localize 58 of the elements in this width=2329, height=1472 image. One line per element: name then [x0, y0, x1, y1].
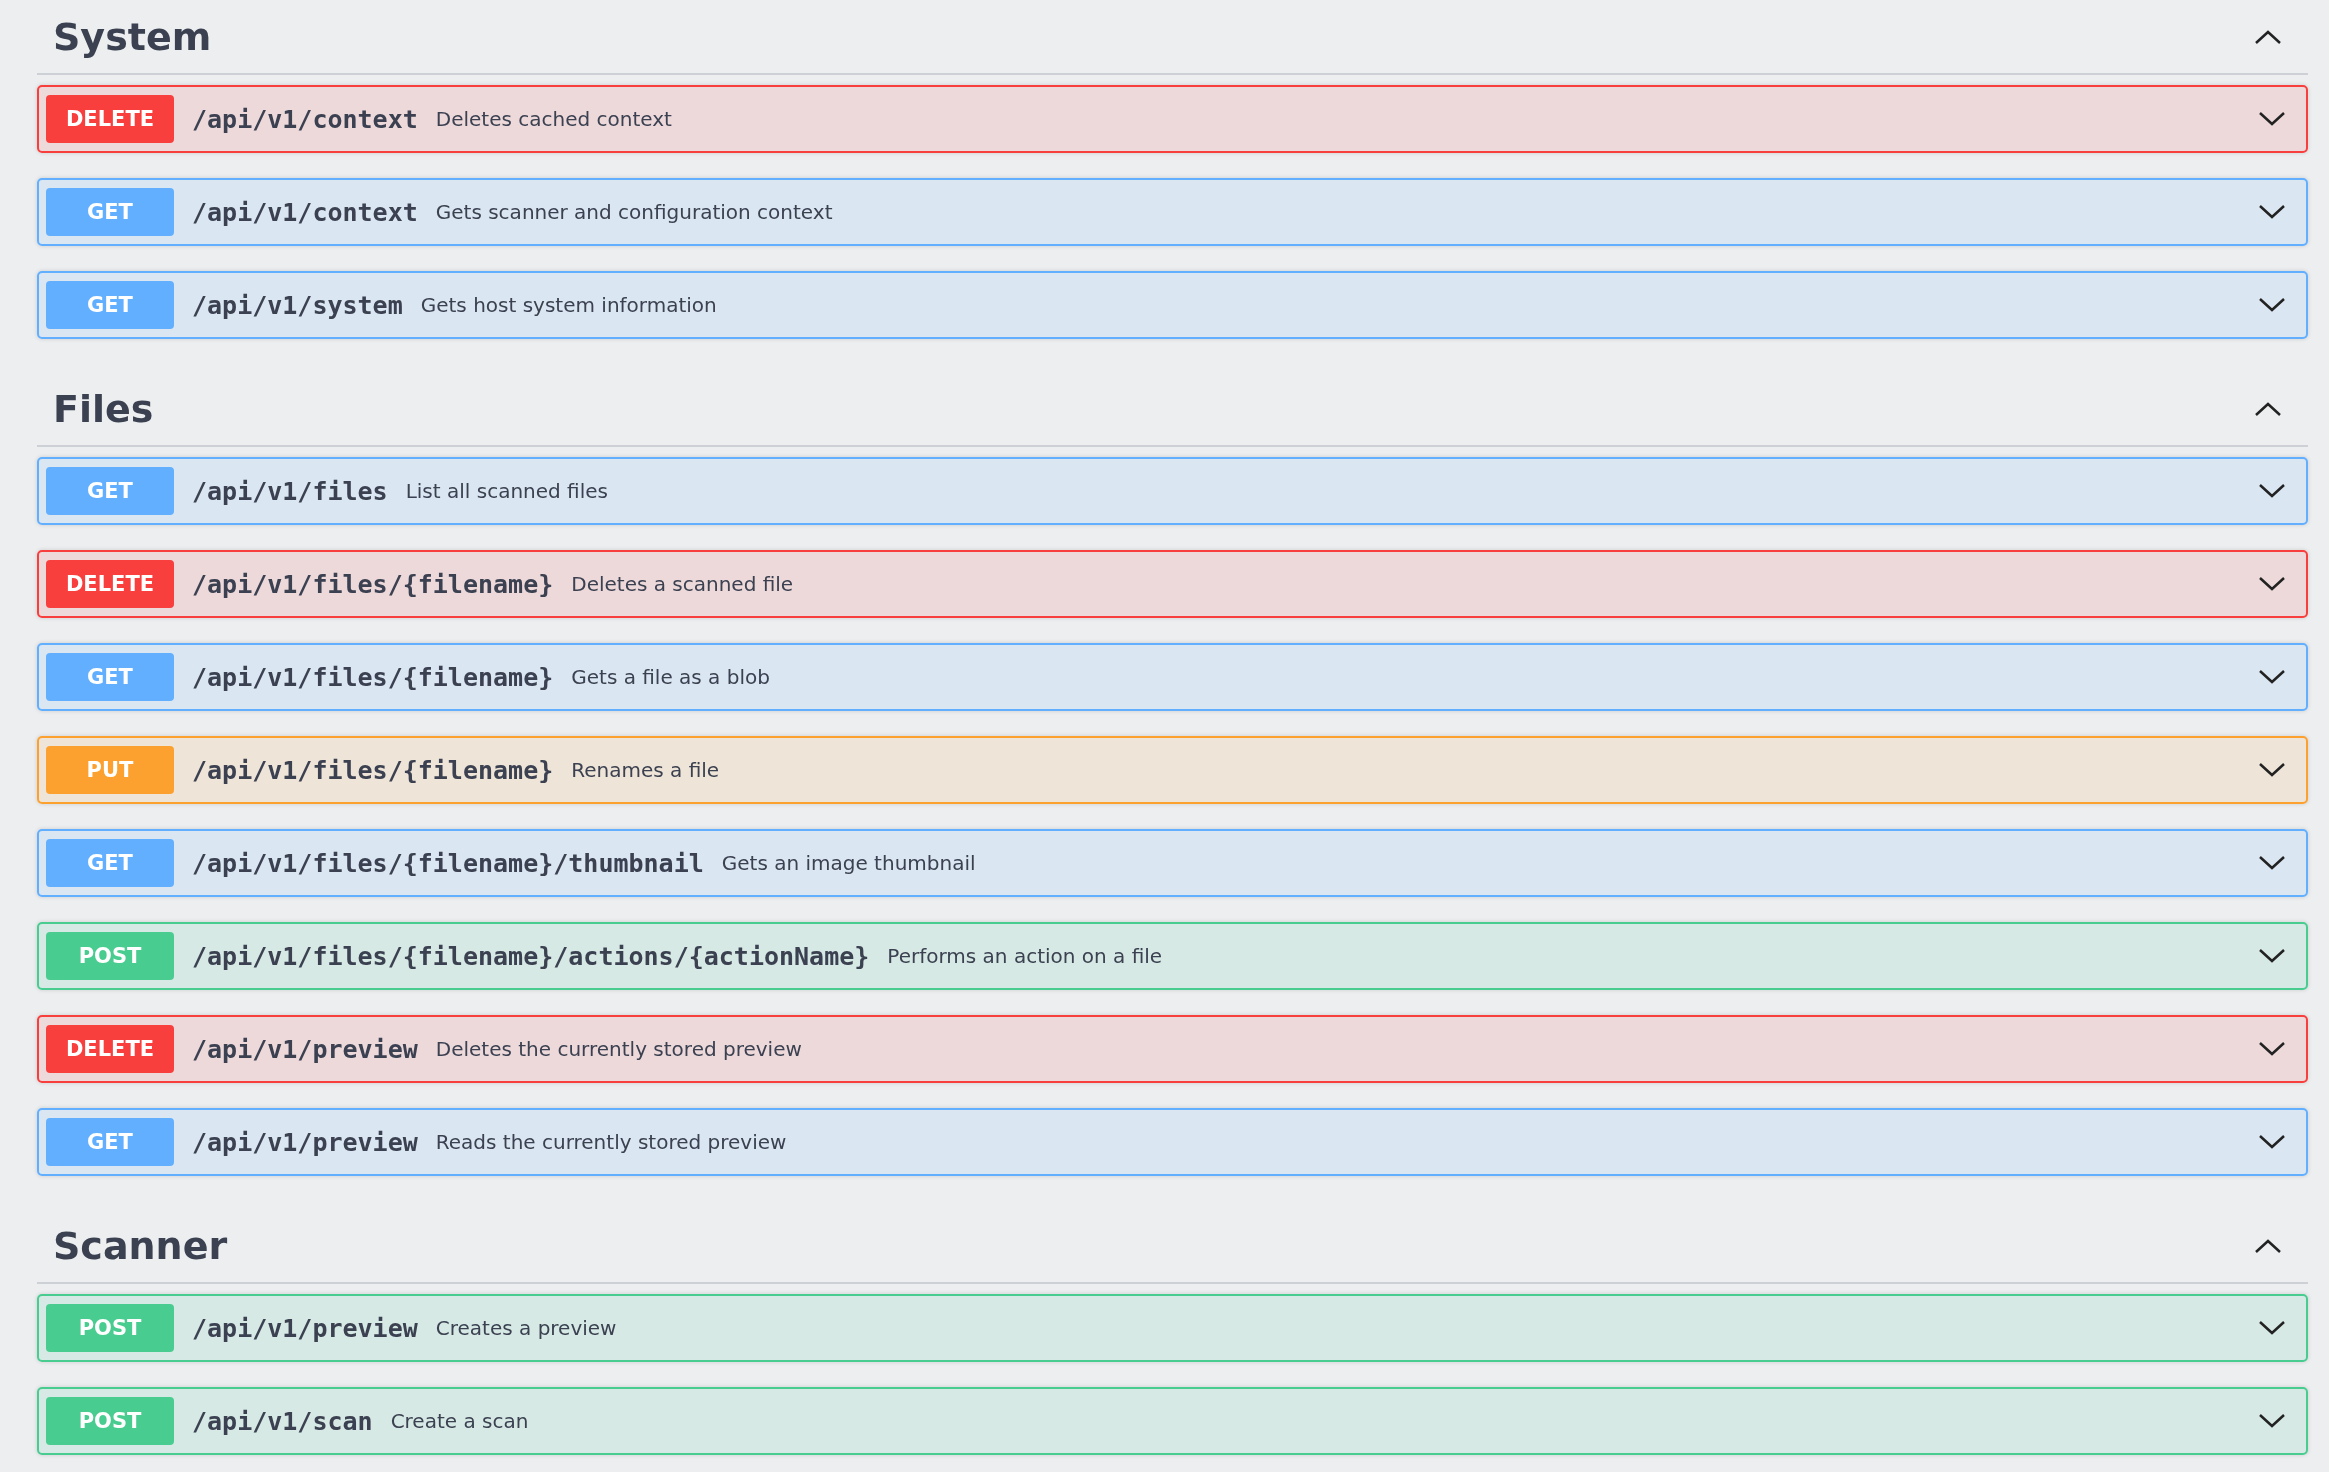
method-badge: DELETE [46, 1025, 174, 1073]
endpoint-summary: Gets scanner and configuration context [435, 200, 834, 224]
method-badge: POST [46, 932, 174, 980]
method-badge: POST [46, 1304, 174, 1352]
endpoint-row[interactable]: GET /api/v1/files List all scanned files [37, 457, 2308, 525]
method-badge: POST [46, 1397, 174, 1445]
endpoint-summary: Gets a file as a blob [571, 665, 771, 689]
section-title: Files [53, 386, 154, 431]
endpoint-path: /api/v1/files/{filename}/actions/{actionName} [192, 941, 870, 971]
endpoint-path: /api/v1/files [192, 476, 388, 506]
endpoint-summary: Create a scan [390, 1409, 530, 1433]
endpoint-row[interactable]: DELETE /api/v1/preview Deletes the currently stored preview [37, 1015, 2308, 1083]
method-badge: GET [46, 467, 174, 515]
endpoint-row[interactable]: GET /api/v1/system Gets host system information [37, 271, 2308, 339]
endpoint-path: /api/v1/scan [192, 1406, 373, 1436]
endpoint-summary: List all scanned files [405, 479, 609, 503]
method-badge: GET [46, 281, 174, 329]
endpoint-row[interactable]: POST /api/v1/scan Create a scan [37, 1387, 2308, 1455]
endpoint-summary: Deletes cached context [435, 107, 673, 131]
section-title: System [53, 14, 212, 59]
endpoint-summary: Creates a preview [435, 1316, 618, 1340]
endpoint-summary: Gets an image thumbnail [721, 851, 977, 875]
endpoint-path: /api/v1/context [192, 197, 418, 227]
endpoint-path: /api/v1/preview [192, 1034, 418, 1064]
endpoint-summary: Gets host system information [420, 293, 718, 317]
endpoint-row[interactable]: POST /api/v1/files/{filename}/actions/{actionName} Performs an action on a file [37, 922, 2308, 990]
endpoint-summary: Renames a file [571, 758, 721, 782]
section-header[interactable]: Scanner [37, 1209, 2308, 1284]
endpoint-path: /api/v1/files/{filename} [192, 569, 554, 599]
endpoint-summary: Deletes a scanned file [571, 572, 795, 596]
section-header[interactable]: Files [37, 372, 2308, 447]
endpoint-row[interactable]: DELETE /api/v1/context Deletes cached context [37, 85, 2308, 153]
endpoint-path: /api/v1/files/{filename} [192, 662, 554, 692]
endpoint-row[interactable]: POST /api/v1/preview Creates a preview [37, 1294, 2308, 1362]
endpoint-path: /api/v1/context [192, 104, 418, 134]
method-badge: GET [46, 1118, 174, 1166]
endpoint-summary: Reads the currently stored preview [435, 1130, 788, 1154]
endpoint-path: /api/v1/preview [192, 1127, 418, 1157]
section-title: Scanner [53, 1223, 228, 1268]
endpoint-row[interactable]: GET /api/v1/context Gets scanner and configuration context [37, 178, 2308, 246]
endpoint-path: /api/v1/preview [192, 1313, 418, 1343]
endpoint-path: /api/v1/system [192, 290, 403, 320]
method-badge: DELETE [46, 560, 174, 608]
endpoint-summary: Deletes the currently stored preview [435, 1037, 803, 1061]
method-badge: GET [46, 653, 174, 701]
endpoint-row[interactable]: DELETE /api/v1/files/{filename} Deletes a scanned file [37, 550, 2308, 618]
endpoint-path: /api/v1/files/{filename} [192, 755, 554, 785]
endpoint-path: /api/v1/files/{filename}/thumbnail [192, 848, 704, 878]
method-badge: PUT [46, 746, 174, 794]
method-badge: GET [46, 839, 174, 887]
endpoint-summary: Performs an action on a file [887, 944, 1164, 968]
method-badge: DELETE [46, 95, 174, 143]
endpoint-row[interactable]: GET /api/v1/files/{filename}/thumbnail Gets an image thumbnail [37, 829, 2308, 897]
section-header[interactable]: System [37, 0, 2308, 75]
endpoint-row[interactable]: GET /api/v1/files/{filename} Gets a file as a blob [37, 643, 2308, 711]
endpoint-row[interactable]: GET /api/v1/preview Reads the currently stored preview [37, 1108, 2308, 1176]
method-badge: GET [46, 188, 174, 236]
endpoint-row[interactable]: PUT /api/v1/files/{filename} Renames a file [37, 736, 2308, 804]
